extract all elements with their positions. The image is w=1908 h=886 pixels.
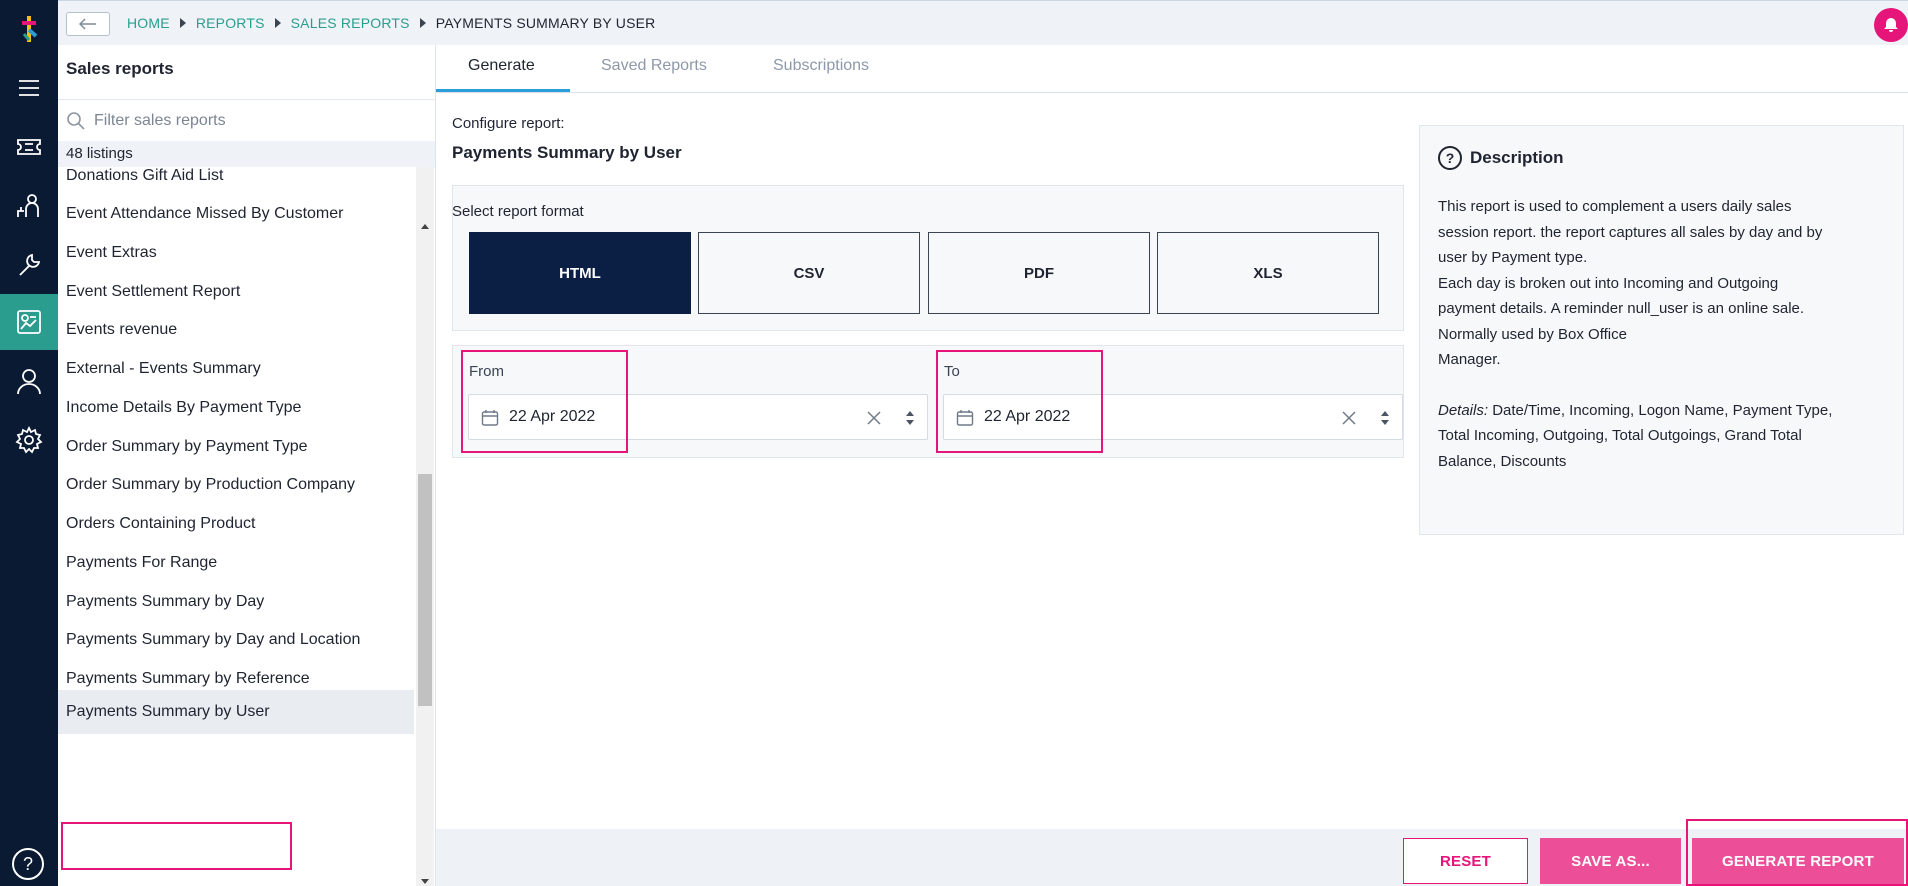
format-csv-button[interactable]: CSV [698,232,920,314]
list-item[interactable]: Order Summary by Production Company [58,472,414,516]
reset-button[interactable]: RESET [1403,838,1528,884]
clear-icon[interactable] [867,411,881,425]
bell-icon [1884,18,1898,32]
description-details: Details: Date/Time, Incoming, Logon Name… [1438,398,1898,424]
sort-icon[interactable] [905,409,915,427]
format-xls-button[interactable]: XLS [1157,232,1379,314]
report-icon[interactable] [0,294,58,350]
list-item[interactable]: Payments Summary by Day and Location [58,627,414,671]
details-line: Total Incoming, Outgoing, Total Outgoing… [1438,427,1802,444]
description-header: ? Description [1438,146,1564,170]
tab-subscriptions[interactable]: Subscriptions [773,57,869,75]
to-date-field[interactable]: 22 Apr 2022 [943,394,1403,440]
list-item[interactable]: External - Events Summary [58,356,414,400]
back-button[interactable] [66,12,110,36]
list-item-selected[interactable]: Payments Summary by User [58,690,414,734]
chevron-right-icon [274,18,281,28]
list-item[interactable]: Event Extras [58,240,414,284]
tab-generate[interactable]: Generate [468,57,535,75]
description-text: This report is used to complement a user… [1438,194,1898,474]
description-title: Description [1470,148,1564,167]
help-icon[interactable]: ? [12,848,44,880]
description-line: session report. the report captures all … [1438,223,1823,241]
search-input[interactable] [94,108,424,134]
menu-icon[interactable] [0,60,58,116]
details-line: Balance, Discounts [1438,452,1567,470]
arrow-left-icon [79,18,96,30]
notifications-button[interactable] [1874,8,1908,42]
details-label: Details: [1438,401,1489,419]
calendar-icon [481,410,499,426]
search-icon [67,112,85,130]
list-item[interactable]: Donations Gift Aid List [58,167,414,193]
description-line: user by Payment type. [1438,249,1588,266]
chevron-right-icon [179,18,186,28]
listing-count: 48 listings [58,141,435,167]
format-pdf-button[interactable]: PDF [928,232,1150,314]
generate-report-button[interactable]: GENERATE REPORT [1692,838,1904,884]
sidebar-title: Sales reports [66,59,174,78]
description-line: Each day is broken out into Incoming and… [1438,274,1779,292]
top-bar: HOME REPORTS SALES REPORTS PAYMENTS SUMM… [58,0,1908,45]
user-connect-icon[interactable] [0,178,58,234]
configure-label: Configure report: [452,115,565,132]
format-html-button[interactable]: HTML [469,232,691,314]
calendar-icon [956,410,974,426]
to-label: To [944,363,960,380]
description-line: payment details. A reminder null_user is… [1438,300,1805,317]
description-line: Manager. [1438,351,1501,368]
from-label: From [469,363,504,380]
description-line: This report is used to complement a user… [1438,198,1792,215]
wrench-icon[interactable] [0,237,58,293]
sidebar-search [58,99,435,141]
from-date-field[interactable]: 22 Apr 2022 [468,394,928,440]
scroll-thumb[interactable] [418,474,432,706]
description-line: Normally used by Box Office [1438,325,1627,343]
report-list: Donations Gift Aid List Event Attendance… [58,167,414,886]
breadcrumb: HOME REPORTS SALES REPORTS PAYMENTS SUMM… [127,15,655,31]
person-icon[interactable] [0,353,58,409]
breadcrumb-reports[interactable]: REPORTS [196,15,265,31]
list-item[interactable]: Payments For Range [58,550,414,594]
details-line: Date/Time, Incoming, Logon Name, Payment… [1492,401,1833,419]
app-logo-icon[interactable] [16,14,42,44]
clear-icon[interactable] [1342,411,1356,425]
description-panel: ? Description This report is used to com… [1419,125,1904,535]
active-tab-indicator [436,89,570,92]
format-label: Select report format [452,203,584,220]
tab-saved-reports[interactable]: Saved Reports [601,57,707,75]
tab-bar: Generate Saved Reports Subscriptions [436,45,1908,93]
reports-sidebar: Sales reports 48 listings Donations Gift… [58,45,436,886]
list-scrollbar[interactable] [416,167,434,886]
breadcrumb-sales-reports[interactable]: SALES REPORTS [291,15,410,31]
list-item[interactable]: Income Details By Payment Type [58,395,414,439]
sort-icon[interactable] [1380,409,1390,427]
action-footer [436,829,1908,886]
ticket-icon[interactable] [0,119,58,175]
to-date-value: 22 Apr 2022 [984,408,1071,425]
save-as-button[interactable]: SAVE AS... [1540,838,1681,884]
report-title: Payments Summary by User [452,143,682,162]
main-panel: Generate Saved Reports Subscriptions Con… [436,45,1908,886]
gear-icon[interactable] [0,412,58,468]
breadcrumb-current: PAYMENTS SUMMARY BY USER [435,15,656,31]
list-item[interactable]: Events revenue [58,317,414,361]
from-date-value: 22 Apr 2022 [509,408,596,425]
question-icon: ? [1438,146,1462,170]
list-item[interactable]: Orders Containing Product [58,511,414,555]
breadcrumb-home[interactable]: HOME [127,15,170,31]
scroll-up-icon[interactable] [421,224,429,229]
list-item[interactable]: Event Attendance Missed By Customer [58,201,414,245]
scroll-down-icon[interactable] [421,879,429,884]
chevron-right-icon [419,18,426,28]
nav-rail: ? [0,0,58,886]
